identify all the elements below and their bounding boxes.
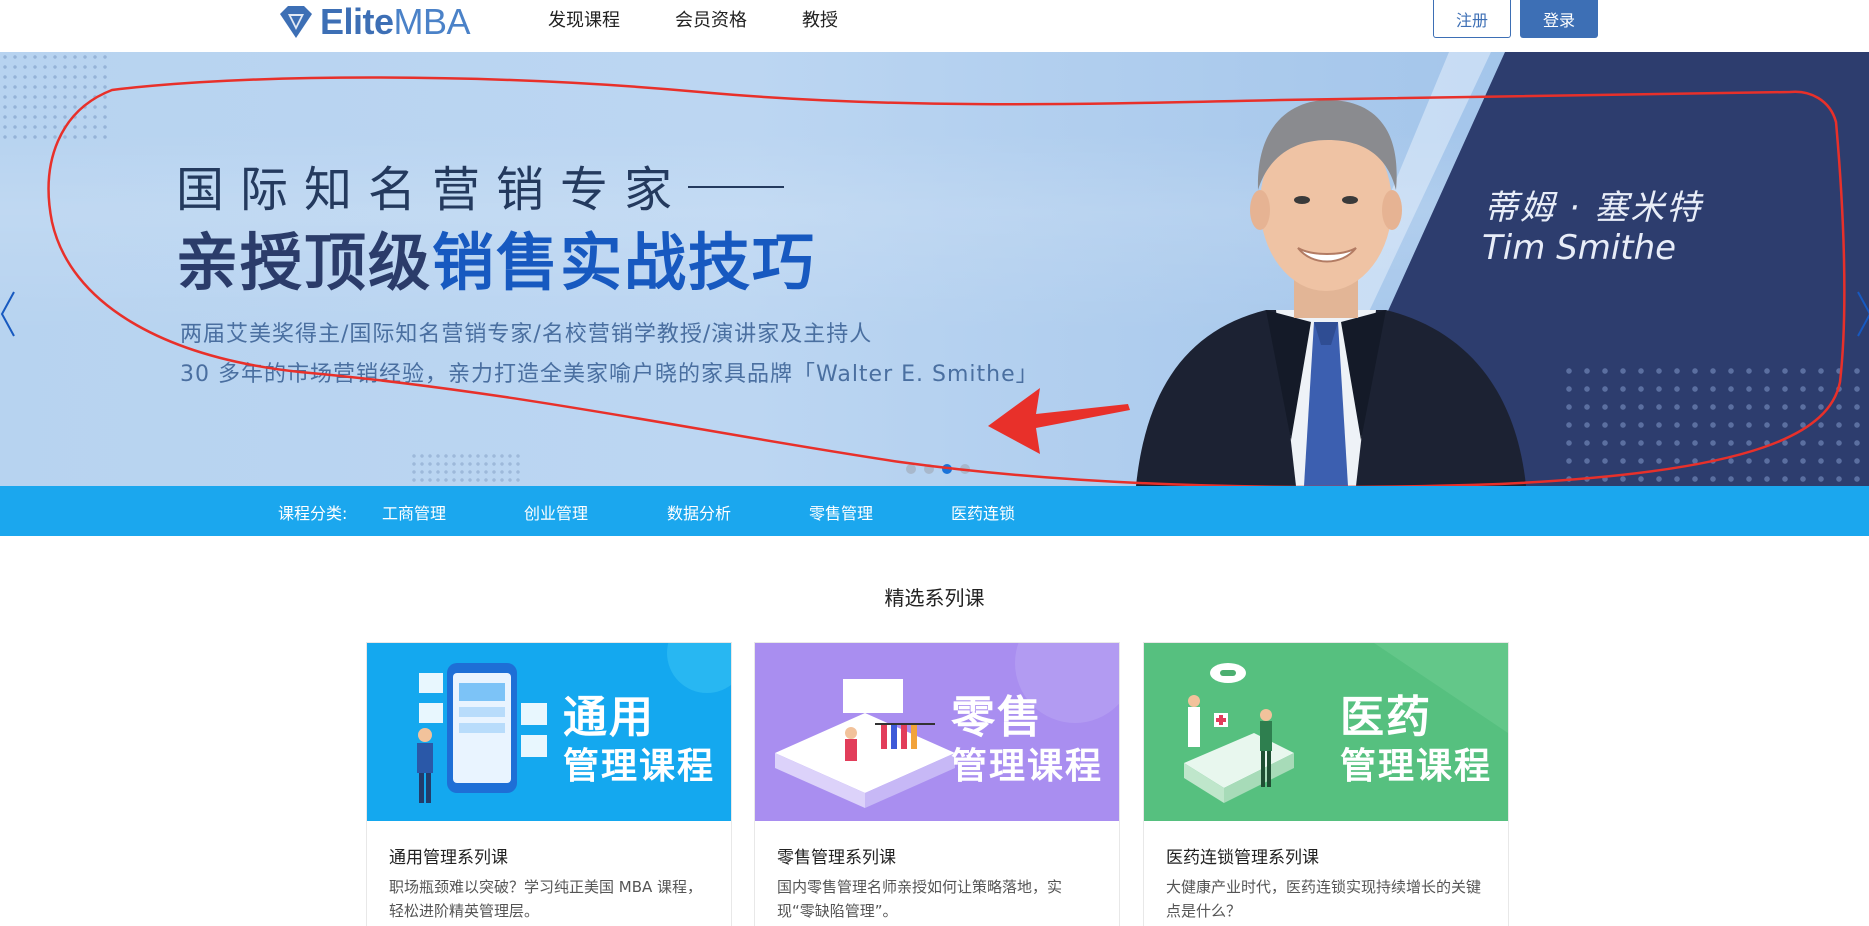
course-card-description: 国内零售管理名师亲授如何让策略落地，实现“零缺陷管理”。 bbox=[777, 878, 1063, 920]
carousel-dot[interactable] bbox=[924, 464, 934, 474]
site-logo[interactable]: EliteMBA bbox=[276, 0, 471, 44]
course-card-pharmacy[interactable]: 医药 管理课程 医药连锁管理系列课 大健康产业时代，医药连锁实现持续增长的关键点… bbox=[1143, 642, 1509, 926]
carousel-dot[interactable] bbox=[906, 464, 916, 474]
card-image-title: 医药 bbox=[1340, 692, 1432, 743]
hero-description-2: 30 多年的市场营销经验，亲力打造全美家喻户晓的家具品牌「Walter E. S… bbox=[180, 362, 1039, 387]
hero-banner[interactable]: 国际知名营销专家 亲授顶级销售实战技巧 两届艾美奖得主/国际知名营销专家/名校营… bbox=[0, 52, 1869, 486]
pharmacy-illustration-icon bbox=[1184, 643, 1508, 803]
card-image-subtitle: 管理课程 bbox=[1340, 746, 1493, 787]
nav-membership[interactable]: 会员资格 bbox=[675, 8, 747, 34]
main-nav: 发现课程 会员资格 教授 bbox=[548, 8, 893, 34]
category-data-analysis[interactable]: 数据分析 bbox=[667, 500, 731, 524]
course-card-general[interactable]: 通用 管理课程 通用管理系列课 职场瓶颈难以突破？学习纯正美国 MBA 课程，轻… bbox=[366, 642, 732, 926]
course-card-image: 通用 管理课程 bbox=[367, 643, 731, 821]
card-image-subtitle: 管理课程 bbox=[563, 746, 716, 787]
speaker-name-cn: 蒂姆 · 塞米特 bbox=[1484, 188, 1703, 228]
course-card-image: 零售 管理课程 bbox=[755, 643, 1119, 821]
diamond-logo-icon bbox=[280, 6, 312, 38]
course-card-title[interactable]: 零售管理系列课 bbox=[777, 843, 896, 868]
hero-headline: 亲授顶级销售实战技巧 bbox=[176, 226, 817, 299]
course-card-description: 大健康产业时代，医药连锁实现持续增长的关键点是什么？ bbox=[1166, 878, 1482, 920]
hero-description-1: 两届艾美奖得主/国际知名营销专家/名校营销学教授/演讲家及主持人 bbox=[180, 322, 873, 347]
category-entrepreneurship[interactable]: 创业管理 bbox=[524, 500, 588, 524]
hero-subtitle: 国际知名营销专家 bbox=[176, 150, 785, 220]
category-bar: 课程分类: 工商管理 创业管理 数据分析 零售管理 医药连锁 bbox=[0, 486, 1869, 536]
featured-section-title: 精选系列课 bbox=[884, 586, 985, 610]
course-card-description: 职场瓶颈难以突破？学习纯正美国 MBA 课程，轻松进阶精英管理层。 bbox=[389, 878, 703, 920]
nav-professors[interactable]: 教授 bbox=[802, 8, 838, 34]
chevron-right-icon[interactable] bbox=[1854, 288, 1869, 348]
hero-dash bbox=[688, 186, 785, 188]
nav-discover-courses[interactable]: 发现课程 bbox=[548, 8, 620, 34]
site-header: EliteMBA 发现课程 会员资格 教授 注册 登录 bbox=[0, 0, 1869, 52]
course-card-title[interactable]: 通用管理系列课 bbox=[389, 843, 508, 868]
category-pharmacy-chain[interactable]: 医药连锁 bbox=[951, 500, 1015, 524]
dot-pattern-decoration bbox=[410, 452, 520, 486]
phone-illustration-icon bbox=[417, 643, 731, 803]
card-image-title: 通用 bbox=[563, 692, 655, 743]
carousel-dot[interactable] bbox=[960, 464, 970, 474]
register-button[interactable]: 注册 bbox=[1433, 0, 1511, 38]
card-image-subtitle: 管理课程 bbox=[951, 746, 1104, 787]
store-illustration-icon bbox=[775, 643, 1119, 808]
login-button[interactable]: 登录 bbox=[1520, 0, 1598, 38]
card-image-title: 零售 bbox=[951, 692, 1043, 743]
category-label: 课程分类: bbox=[278, 504, 348, 523]
dot-pattern-decoration bbox=[0, 52, 112, 142]
course-card-title[interactable]: 医药连锁管理系列课 bbox=[1166, 843, 1319, 868]
category-retail-management[interactable]: 零售管理 bbox=[809, 500, 873, 524]
speaker-name-en: Tim Smithe bbox=[1482, 228, 1677, 268]
carousel-indicators bbox=[906, 464, 970, 474]
speaker-portrait bbox=[1136, 100, 1526, 486]
course-card-retail[interactable]: 零售 管理课程 零售管理系列课 国内零售管理名师亲授如何让策略落地，实现“零缺陷… bbox=[754, 642, 1120, 926]
logo-text: EliteMBA bbox=[320, 1, 471, 42]
dot-pattern-decoration bbox=[1560, 362, 1869, 486]
category-business-admin[interactable]: 工商管理 bbox=[382, 500, 446, 524]
chevron-left-icon[interactable] bbox=[0, 288, 20, 348]
course-card-image: 医药 管理课程 bbox=[1144, 643, 1508, 821]
carousel-dot-active[interactable] bbox=[942, 464, 952, 474]
